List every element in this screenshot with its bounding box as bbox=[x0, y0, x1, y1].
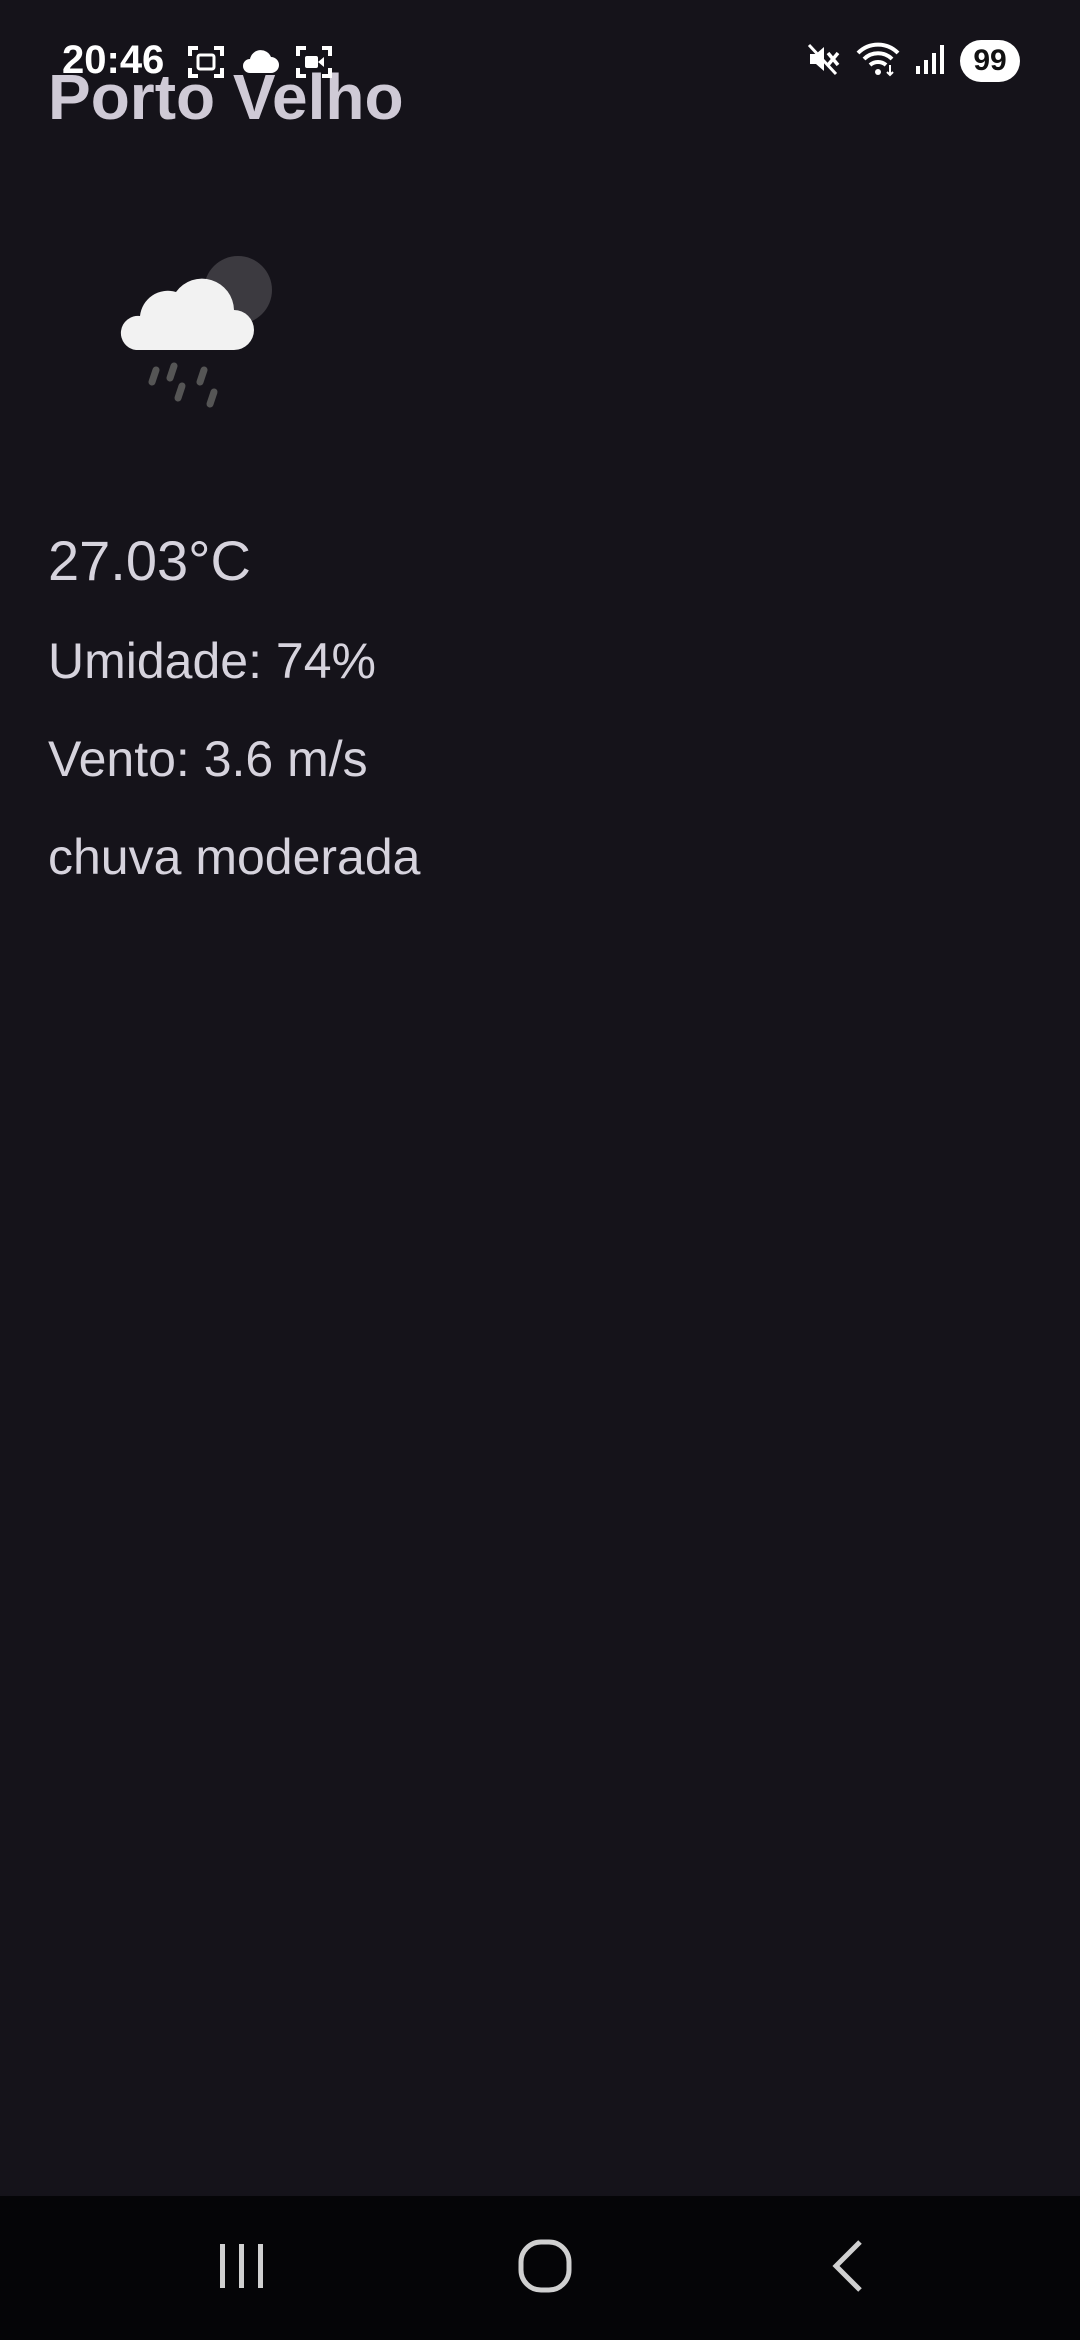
cloud-icon bbox=[240, 47, 280, 82]
signal-icon bbox=[914, 42, 946, 81]
humidity-value: Umidade: 74% bbox=[48, 633, 376, 689]
status-bar: 20:46 99 bbox=[0, 0, 1080, 120]
mute-icon bbox=[806, 41, 842, 82]
battery-indicator: 99 bbox=[960, 40, 1020, 82]
wind-value: Vento: 3.6 m/s bbox=[48, 731, 368, 787]
navigation-bar bbox=[0, 2196, 1080, 2340]
weather-screen: 20:46 99 Porto Velho 27.03°C Umidade: 74… bbox=[0, 0, 1080, 2340]
recents-button[interactable] bbox=[162, 2196, 322, 2340]
home-button[interactable] bbox=[465, 2196, 625, 2340]
wifi-icon bbox=[856, 41, 900, 82]
status-time: 20:46 bbox=[62, 38, 165, 82]
status-icons-right: 99 bbox=[806, 40, 1020, 82]
weather-description: chuva moderada bbox=[48, 829, 421, 885]
back-button[interactable] bbox=[768, 2196, 928, 2340]
back-icon bbox=[828, 2238, 868, 2299]
screenshot-icon bbox=[186, 44, 226, 85]
status-icons-left bbox=[186, 44, 334, 85]
recents-icon bbox=[217, 2242, 267, 2295]
home-icon bbox=[517, 2238, 573, 2299]
temperature-value: 27.03°C bbox=[48, 529, 251, 592]
cloud-rain-night-icon bbox=[110, 250, 290, 410]
screen-record-icon bbox=[294, 44, 334, 85]
